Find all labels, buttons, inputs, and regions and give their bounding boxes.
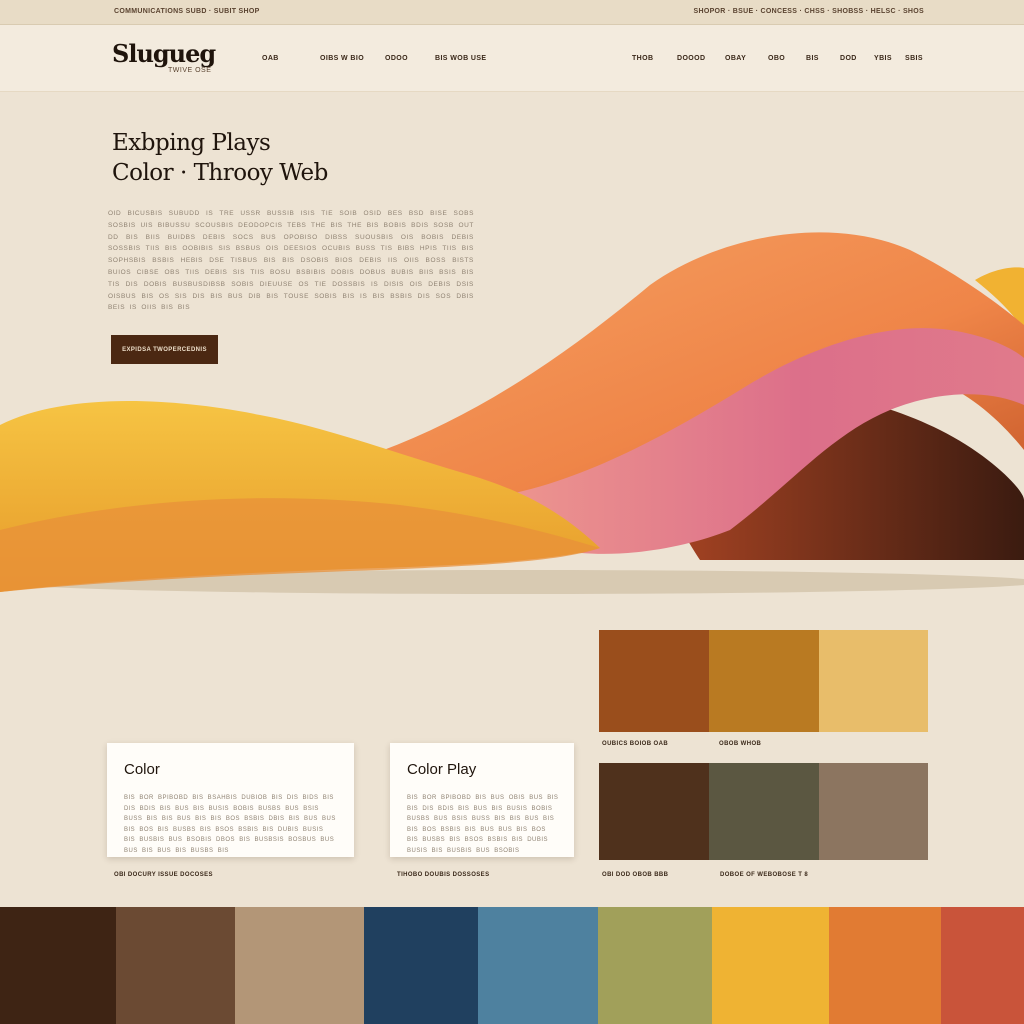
color-swatch[interactable]	[819, 763, 928, 860]
card-body: BIS BOR BPIBOBD BIS BUS OBIS BUS BIS BIS…	[407, 795, 559, 854]
top-strip-right-text[interactable]: SHOPOR · BSUE · CONCESS · CHSS · SHOBSS …	[694, 8, 925, 15]
nav-item-1[interactable]: OAB	[262, 55, 279, 62]
nav-item-5[interactable]: THOB	[632, 55, 653, 62]
hero-title-line-2: Color · Throoy Web	[112, 160, 328, 186]
nav-item-7[interactable]: OBAY	[725, 55, 746, 62]
nav-item-2[interactable]: OIBS W BIO	[320, 55, 364, 62]
palette-caption: OBI DOD OBOB BBB	[602, 872, 669, 878]
top-strip: COMMUNICATIONS SUBD · SUBIT SHOP SHOPOR …	[0, 0, 1024, 25]
nav-item-8[interactable]: OBO	[768, 55, 785, 62]
top-strip-left-text[interactable]: COMMUNICATIONS SUBD · SUBIT SHOP	[114, 8, 260, 15]
hero-title: Exbping Plays Color · Throoy Web	[112, 128, 328, 188]
site-header: Slugueg TWIVE OSE OAB OIBS W BIO ODOO BI…	[0, 25, 1024, 92]
card-caption: OBI DOCURY ISSUE DOCOSES	[114, 872, 213, 878]
color-strip	[0, 907, 1024, 1024]
card-body: BIS BOR BPIBOBD BIS BSAHBIS DUBIOB BIS D…	[124, 795, 336, 854]
nav-item-10[interactable]: DOD	[840, 55, 857, 62]
color-swatch[interactable]	[709, 630, 819, 732]
strip-color-swatch[interactable]	[478, 907, 598, 1024]
strip-color-swatch[interactable]	[364, 907, 478, 1024]
color-swatch[interactable]	[819, 630, 928, 732]
nav-item-3[interactable]: ODOO	[385, 55, 408, 62]
nav-item-9[interactable]: BIS	[806, 55, 819, 62]
nav-item-11[interactable]: YBIS	[874, 55, 892, 62]
nav-item-6[interactable]: DOOOD	[677, 55, 705, 62]
color-swatch[interactable]	[599, 630, 709, 732]
hero-cta-button[interactable]: EXPIDSA TWOPERCEDNIS	[111, 335, 218, 364]
strip-color-swatch[interactable]	[941, 907, 1024, 1024]
strip-color-swatch[interactable]	[712, 907, 829, 1024]
palette-caption: OBOB WHOB	[719, 741, 762, 747]
info-card-color[interactable]: Color BIS BOR BPIBOBD BIS BSAHBIS DUBIOB…	[107, 743, 354, 857]
palette-caption: OUBICS BOIOB OAB	[602, 741, 669, 747]
card-title: Color	[124, 761, 160, 778]
strip-color-swatch[interactable]	[116, 907, 235, 1024]
hero-description: OID BICUSBIS SUBUDD IS TRE USSR BUSSIB I…	[108, 210, 474, 312]
card-title: Color Play	[407, 761, 477, 778]
site-logo[interactable]: Slugueg	[112, 39, 216, 68]
hero-title-line-1: Exbping Plays	[112, 130, 271, 156]
strip-color-swatch[interactable]	[598, 907, 712, 1024]
palette-caption: DOBOE OF WEBOBOSE T 8	[720, 872, 809, 878]
nav-item-4[interactable]: BIS WOB USE	[435, 55, 486, 62]
strip-color-swatch[interactable]	[235, 907, 364, 1024]
strip-color-swatch[interactable]	[829, 907, 941, 1024]
strip-color-swatch[interactable]	[0, 907, 116, 1024]
color-swatch[interactable]	[599, 763, 709, 860]
color-swatch[interactable]	[709, 763, 819, 860]
info-card-color-play[interactable]: Color Play BIS BOR BPIBOBD BIS BUS OBIS …	[390, 743, 574, 857]
logo-tagline: TWIVE OSE	[168, 67, 212, 74]
card-caption: TIHOBO DOUBIS DOSSOSES	[397, 872, 490, 878]
nav-item-12[interactable]: SBIS	[905, 55, 923, 62]
